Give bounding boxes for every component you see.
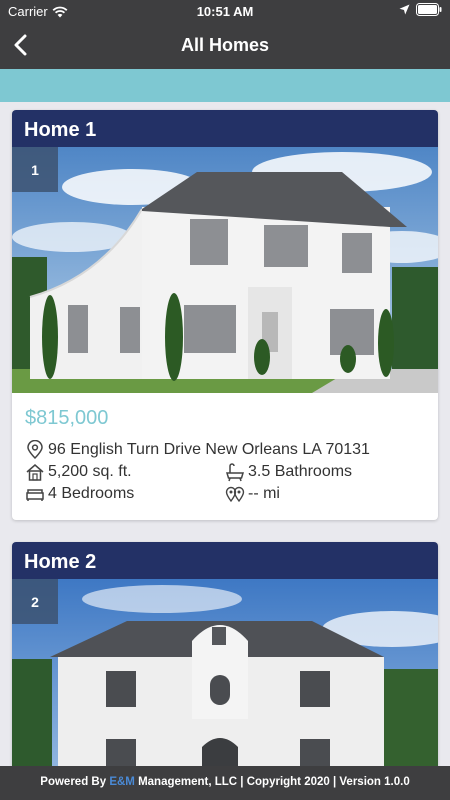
home-bathrooms: 3.5 Bathrooms: [248, 463, 353, 480]
home-bedrooms: 4 Bedrooms: [48, 485, 135, 502]
status-bar: Carrier 10:51 AM: [0, 0, 450, 22]
page-title: All Homes: [180, 35, 270, 55]
specs-row-1: 5,200 sq. ft. 3.5 Bathrooms: [12, 461, 438, 483]
home-distance: -- mi: [248, 485, 280, 502]
homes-list[interactable]: Home 1 1 $815,000 96 English Turn Drive …: [0, 102, 450, 766]
battery-icon: [416, 3, 442, 16]
home-photo[interactable]: 2: [12, 579, 438, 766]
home-card-title: Home 2: [12, 542, 438, 579]
house-size-icon: [26, 464, 44, 481]
address-row: 96 English Turn Drive New Orleans LA 701…: [12, 439, 438, 461]
home-card[interactable]: Home 2 2: [12, 542, 438, 766]
specs-row-2: 4 Bedrooms -- mi: [12, 483, 438, 505]
bed-icon: [26, 489, 44, 501]
footer-brand-link[interactable]: E&M: [109, 776, 135, 788]
navigation-bar: All Homes: [0, 22, 450, 69]
house-image: [12, 579, 438, 766]
bathtub-icon: [225, 463, 245, 482]
home-address: 96 English Turn Drive New Orleans LA 701…: [48, 441, 370, 458]
footer: Powered By E&M Management, LLC | Copyrig…: [0, 766, 450, 800]
footer-prefix: Powered By: [40, 776, 110, 788]
location-pin-icon: [27, 440, 43, 460]
home-card[interactable]: Home 1 1 $815,000 96 English Turn Drive …: [12, 110, 438, 520]
location-arrow-icon: [399, 4, 410, 15]
home-photo[interactable]: 1: [12, 147, 438, 393]
home-sqft: 5,200 sq. ft.: [48, 463, 132, 480]
home-card-title: Home 1: [12, 110, 438, 147]
home-number-badge: 2: [12, 579, 58, 624]
distance-pins-icon: [225, 486, 245, 503]
accent-band: [0, 69, 450, 102]
status-time: 10:51 AM: [196, 4, 254, 19]
top-bar: Carrier 10:51 AM All Homes: [0, 0, 450, 69]
footer-suffix: Management, LLC | Copyright 2020 | Versi…: [134, 776, 410, 788]
home-number-badge: 1: [12, 147, 58, 192]
house-image: [12, 147, 438, 393]
home-price: $815,000: [25, 407, 109, 429]
